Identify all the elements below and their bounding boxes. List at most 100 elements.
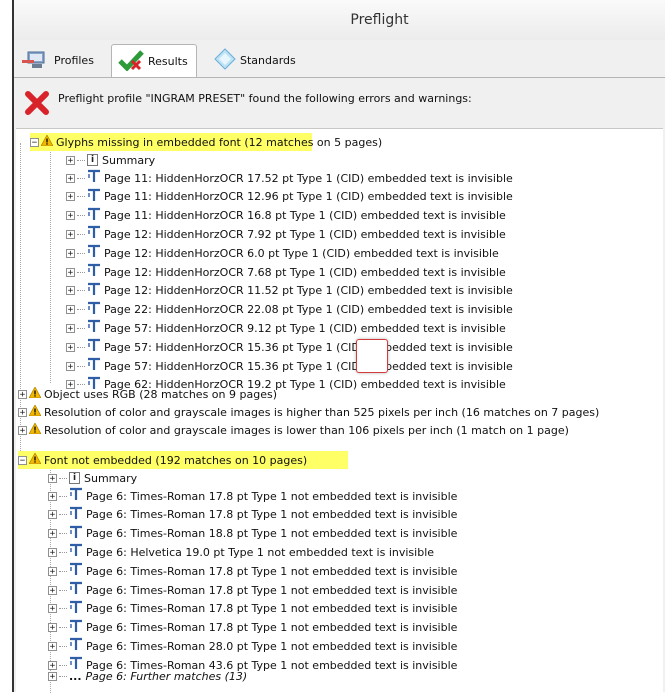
expand-toggle[interactable]: + [48,491,57,501]
issue-row[interactable]: + Page 57: HiddenHorzOCR 9.12 pt Type 1 (… [66,319,506,337]
results-tree: − Glyphs missing in embedded font (12 ma… [16,128,663,693]
expand-toggle[interactable]: + [66,305,75,315]
tab-profiles[interactable]: Profiles [22,44,94,76]
tree-guide [50,143,51,383]
expand-toggle[interactable]: + [66,267,75,277]
warning-icon [28,452,42,467]
summary-row[interactable]: + i Summary [48,469,137,487]
expand-toggle[interactable]: + [66,342,75,352]
text-object-icon [87,244,101,262]
summary-label: Summary [84,471,138,485]
expand-toggle[interactable]: + [48,510,57,520]
connector [77,159,85,161]
check-results-icon [118,49,144,74]
expand-toggle[interactable]: + [48,604,57,614]
connector [59,608,67,610]
issue-row[interactable]: + Page 6: Times-Roman 17.8 pt Type 1 not … [48,600,457,618]
issue-label: Page 22: HiddenHorzOCR 22.08 pt Type 1 (… [104,303,513,317]
text-object-icon [69,543,83,561]
issue-label: Page 12: HiddenHorzOCR 11.52 pt Type 1 (… [104,284,513,298]
connector [59,645,67,647]
text-object-icon [69,562,83,580]
connector [59,551,67,553]
issue-row[interactable]: + Page 22: HiddenHorzOCR 22.08 pt Type 1 … [66,301,513,319]
expand-toggle[interactable]: + [66,192,75,202]
issue-row[interactable]: + Page 57: HiddenHorzOCR 15.36 pt Type 1 … [66,338,513,356]
issue-label: Page 6: Times-Roman 18.8 pt Type 1 not e… [86,527,458,541]
expand-toggle[interactable]: + [66,286,75,296]
expand-toggle[interactable]: + [48,473,57,483]
connector [77,309,85,311]
expand-toggle[interactable]: + [48,623,57,633]
expand-toggle[interactable]: + [66,248,75,258]
connector [77,290,85,292]
issue-row[interactable]: + Page 11: HiddenHorzOCR 16.8 pt Type 1 (… [66,207,506,225]
group-label: Resolution of color and grayscale images… [44,405,600,419]
ellipsis-icon: ... [69,669,82,683]
text-object-icon [87,207,101,225]
issue-label: Page 57: HiddenHorzOCR 15.36 pt Type 1 (… [104,340,513,354]
issue-row[interactable]: + Page 12: HiddenHorzOCR 6.0 pt Type 1 (C… [66,244,499,262]
tab-standards[interactable]: Standards [214,44,296,76]
expand-toggle[interactable]: + [18,407,27,417]
text-object-icon [69,506,83,524]
expand-toggle[interactable]: + [66,155,75,165]
issue-row[interactable]: + Page 12: HiddenHorzOCR 11.52 pt Type 1 … [66,282,513,300]
expand-toggle[interactable]: + [48,529,57,539]
result-message-text: Preflight profile "INGRAM PRESET" found … [58,91,472,105]
further-matches-row[interactable]: + ... Page 6: Further matches (13) [48,667,247,685]
text-object-icon [87,169,101,187]
issue-row[interactable]: + Page 6: Times-Roman 17.8 pt Type 1 not … [48,581,457,599]
group-glyphs-missing[interactable]: − Glyphs missing in embedded font (12 ma… [30,133,382,151]
issue-row[interactable]: + Page 6: Times-Roman 17.8 pt Type 1 not … [48,487,457,505]
group-font-not-embedded[interactable]: − Font not embedded (192 matches on 10 p… [18,451,348,469]
issue-row[interactable]: + Page 57: HiddenHorzOCR 15.36 pt Type 1 … [66,357,513,375]
issue-label: Page 6: Times-Roman 17.8 pt Type 1 not e… [86,621,458,635]
issue-row[interactable]: + Page 11: HiddenHorzOCR 17.52 pt Type 1 … [66,169,513,187]
text-object-icon [69,581,83,599]
issue-row[interactable]: + Page 6: Times-Roman 28.0 pt Type 1 not … [48,637,457,655]
issue-label: Page 11: HiddenHorzOCR 12.96 pt Type 1 (… [104,190,513,204]
tab-results[interactable]: Results [111,44,197,78]
group-resolution-low[interactable]: + Resolution of color and grayscale imag… [18,421,569,439]
connector [59,533,67,535]
warning-icon [28,404,42,419]
expand-toggle[interactable]: + [18,389,27,399]
expand-toggle[interactable]: + [66,323,75,333]
issue-row[interactable]: + Page 11: HiddenHorzOCR 12.96 pt Type 1 … [66,188,513,206]
summary-row[interactable]: + i Summary [66,151,155,169]
connector [77,177,85,179]
expand-toggle[interactable]: + [66,229,75,239]
expand-toggle[interactable]: + [66,173,75,183]
issue-row[interactable]: + Page 6: Times-Roman 17.8 pt Type 1 not … [48,619,457,637]
expand-toggle[interactable]: + [48,641,57,651]
issue-label: Page 57: HiddenHorzOCR 9.12 pt Type 1 (C… [104,321,506,335]
tab-bar: Profiles Results Standards [14,44,665,78]
issue-row[interactable]: + Page 12: HiddenHorzOCR 7.92 pt Type 1 (… [66,225,506,243]
expand-toggle[interactable]: + [66,211,75,221]
collapse-toggle[interactable]: − [18,455,27,465]
tab-standards-label: Standards [240,53,296,67]
expand-toggle[interactable]: + [48,671,57,681]
title-bar: Preflight [14,0,665,40]
expand-toggle[interactable]: + [48,566,57,576]
left-border [0,0,14,692]
expand-toggle[interactable]: + [48,547,57,557]
issue-label: Page 6: Times-Roman 17.8 pt Type 1 not e… [86,564,458,578]
group-rgb[interactable]: + Object uses RGB (28 matches on 9 pages… [18,385,277,403]
expand-toggle[interactable]: + [18,425,27,435]
group-resolution-high[interactable]: + Resolution of color and grayscale imag… [18,403,599,421]
issue-label: Page 11: HiddenHorzOCR 17.52 pt Type 1 (… [104,171,513,185]
warning-icon [28,386,42,401]
expand-toggle[interactable]: + [66,361,75,371]
collapse-toggle[interactable]: − [30,137,39,147]
issue-row[interactable]: + Page 6: Times-Roman 17.8 pt Type 1 not … [48,562,457,580]
issue-row[interactable]: + Page 12: HiddenHorzOCR 7.68 pt Type 1 (… [66,263,506,281]
issue-row[interactable]: + Page 6: Times-Roman 17.8 pt Type 1 not … [48,506,457,524]
issue-row[interactable]: + Page 6: Times-Roman 18.8 pt Type 1 not … [48,525,457,543]
issue-label: Page 6: Times-Roman 28.0 pt Type 1 not e… [86,639,458,653]
issue-row[interactable]: + Page 6: Helvetica 19.0 pt Type 1 not em… [48,543,434,561]
expand-toggle[interactable]: + [48,585,57,595]
text-object-icon [87,301,101,319]
floating-popup-box[interactable] [356,339,388,373]
